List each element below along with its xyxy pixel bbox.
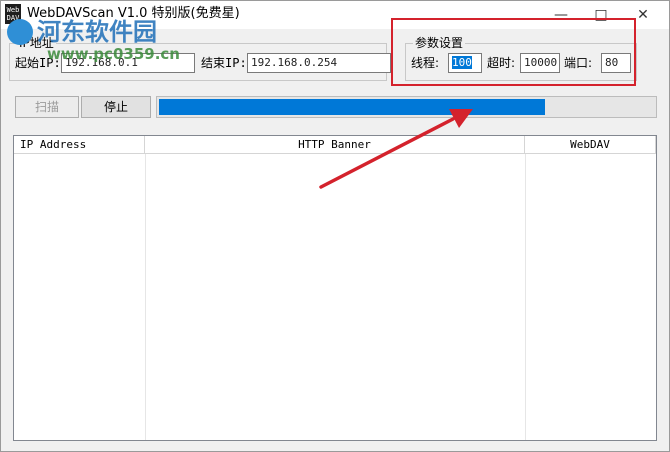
pc0359-logo-icon	[7, 19, 33, 45]
main-window: Web DAV WebDAVScan V1.0 特别版(免费星) — □ ✕ I…	[0, 0, 670, 452]
column-header-webdav[interactable]: WebDAV	[525, 136, 656, 154]
watermark-url: www.pc0359.cn	[47, 45, 180, 63]
watermark-title: 河东软件园	[37, 17, 157, 46]
stop-button[interactable]: 停止	[81, 96, 151, 118]
watermark: 河东软件园 www.pc0359.cn	[7, 17, 237, 71]
scan-button[interactable]: 扫描	[15, 96, 79, 118]
progress-fill	[159, 99, 546, 115]
column-header-ip[interactable]: IP Address	[14, 136, 145, 154]
column-divider	[145, 154, 146, 440]
params-highlight-box	[391, 18, 636, 86]
column-divider	[525, 154, 526, 440]
end-ip-input[interactable]: 192.168.0.254	[247, 53, 391, 73]
results-list[interactable]: IP Address HTTP Banner WebDAV	[13, 135, 657, 441]
scan-progress-bar	[156, 96, 657, 118]
column-header-banner[interactable]: HTTP Banner	[145, 136, 525, 154]
